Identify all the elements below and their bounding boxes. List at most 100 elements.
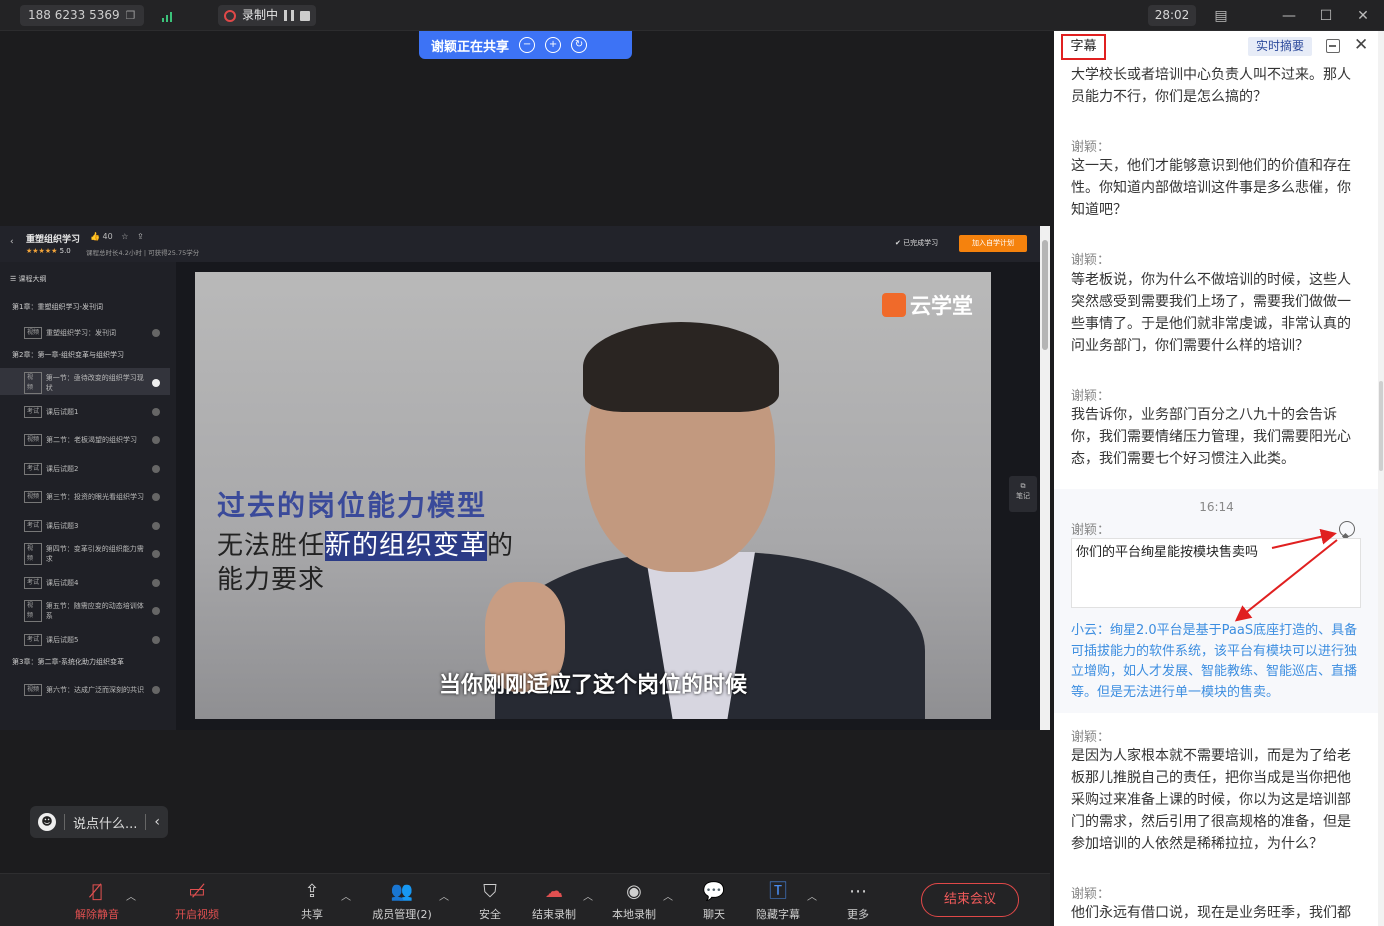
rating-stars: ★★★★★ 5.0: [26, 247, 71, 255]
meeting-number[interactable]: 188 6233 5369 ❐: [20, 5, 144, 26]
outline-item[interactable]: 视频 第四节：变革引发的组织能力需求: [0, 539, 170, 566]
item-type-tag: 视频: [24, 434, 43, 446]
security-button[interactable]: ⛉ 安全: [458, 880, 522, 924]
outline-item[interactable]: 考试 课后试题3: [0, 513, 170, 535]
completed-status: ✔ 已完成学习: [895, 238, 938, 248]
signal-icon: [162, 10, 178, 22]
transcript-speaker: 谢颖：: [1071, 389, 1111, 404]
outline-item[interactable]: 视频 第二节：老板渴望的组织学习: [0, 425, 170, 452]
record-dot-icon: ◉: [626, 881, 642, 902]
panel-scrollbar[interactable]: [1378, 31, 1384, 926]
recording-status: 录制中: [218, 5, 317, 26]
close-icon[interactable]: ✕: [1350, 5, 1376, 26]
transcript-time: 16:14: [1199, 500, 1234, 514]
check-circle-icon: [152, 686, 160, 694]
video-caption-line2: 无法胜任新的组织变革的: [217, 525, 514, 562]
end-meeting-button[interactable]: 结束会议: [921, 883, 1019, 917]
shared-scrollbar[interactable]: [1040, 226, 1050, 730]
outline-item[interactable]: 考试 课后试题4: [0, 570, 170, 592]
local-record-caret-icon[interactable]: ︿: [663, 888, 673, 903]
share-screen-icon: ⇪: [304, 881, 320, 902]
local-record-button[interactable]: ◉ 本地录制: [602, 880, 666, 924]
outline-item[interactable]: 考试 课后试题2: [0, 456, 170, 478]
outline-header-label: 课程大纲: [18, 275, 47, 283]
collapse-chevron-icon[interactable]: ‹: [154, 814, 160, 830]
outline-chapter[interactable]: 第2章：第一章-组织变革与组织学习: [0, 346, 170, 364]
speaker-hair: [583, 322, 779, 412]
unmute-button[interactable]: 🎙̸ 解除静音: [65, 880, 129, 924]
refresh-icon[interactable]: ↻: [571, 37, 588, 53]
tab-subtitles[interactable]: 字幕: [1061, 34, 1106, 60]
record-options-caret-icon[interactable]: ︿: [583, 888, 593, 903]
camera-off-icon: ▭̸: [188, 881, 206, 902]
star-outline-icon[interactable]: ☆: [121, 232, 128, 241]
hide-captions-button[interactable]: 🅃 隐藏字幕: [746, 880, 810, 924]
outline-item-label: 第五节：随需应变的动态培训体系: [45, 602, 144, 620]
end-record-label: 结束录制: [532, 908, 576, 921]
notes-button[interactable]: ⧉ 笔记: [1009, 476, 1037, 512]
chat-button[interactable]: 💬 聊天: [682, 880, 746, 924]
outline-chapter[interactable]: 第3章：第二章-系统化助力组织变革: [0, 653, 170, 671]
notes-icon: ⧉: [1020, 482, 1026, 490]
emoji-icon[interactable]: ☻: [38, 813, 56, 831]
outline-item[interactable]: 考试 课后试题1: [0, 399, 170, 421]
tab-summary[interactable]: 实时摘要: [1248, 37, 1312, 56]
outline-item[interactable]: 考试 课后试题5: [0, 627, 170, 649]
check-circle-icon: [152, 436, 160, 444]
video-subtitle: 当你刚刚适应了这个岗位的时候: [438, 673, 747, 698]
outline-chapter[interactable]: 第1章：重塑组织学习-发刊词: [0, 298, 170, 316]
zoom-in-icon[interactable]: +: [545, 37, 562, 53]
outline-item[interactable]: 视频 重塑组织学习：发刊词: [0, 320, 170, 342]
thumb-up-icon[interactable]: 👍: [90, 232, 100, 241]
audio-options-caret-icon[interactable]: ︿: [126, 888, 136, 903]
outline-item-label: 重塑组织学习：发刊词: [46, 328, 117, 337]
transcript-text: 是因为人家根本就不需要培训，而是为了给老板那儿推脱自己的责任，把你当成是当你把他…: [1071, 748, 1351, 852]
outline-item[interactable]: 视频 第一节：亟待改变的组织学习现状: [0, 368, 170, 395]
share-button[interactable]: ⇪ 共享: [280, 880, 344, 924]
members-button[interactable]: 👥 成员管理(2): [368, 880, 436, 924]
stop-record-icon[interactable]: [300, 10, 311, 21]
scroll-thumb[interactable]: [1042, 240, 1048, 350]
back-icon[interactable]: ‹: [10, 237, 14, 247]
captions-caret-icon[interactable]: ︿: [807, 888, 817, 903]
zoom-out-icon[interactable]: −: [519, 37, 536, 53]
panel-close-icon[interactable]: ✕: [1354, 35, 1368, 55]
outline-item[interactable]: 视频 第五节：随需应变的动态培训体系: [0, 596, 170, 623]
item-type-tag: 视频: [24, 543, 42, 565]
check-circle-icon: [152, 550, 160, 558]
layout-icon[interactable]: ▤: [1208, 5, 1234, 26]
share-icon[interactable]: ⇪: [137, 232, 144, 241]
pause-record-icon[interactable]: [284, 10, 295, 21]
divider: [64, 814, 65, 830]
sharing-banner: 谢颖正在共享 − + ↻: [419, 31, 632, 59]
join-plan-button[interactable]: 加入自学计划: [959, 235, 1027, 252]
mic-muted-icon: 🎙̸: [91, 881, 103, 902]
copy-icon[interactable]: ❐: [126, 5, 136, 26]
video-player[interactable]: 云学堂 过去的岗位能力模型 无法胜任新的组织变革的 能力要求 当你刚刚适应了这个…: [195, 272, 991, 719]
logo-text: 云学堂: [910, 294, 973, 318]
outline-item[interactable]: 视频 第六节：达成广泛而深刻的共识: [0, 675, 170, 702]
members-options-caret-icon[interactable]: ︿: [439, 888, 449, 903]
panel-scroll-thumb[interactable]: [1379, 381, 1383, 471]
members-label: 成员管理(2): [372, 908, 432, 921]
outline-item-label: 课后试题3: [46, 521, 79, 530]
panel-collapse-icon[interactable]: [1326, 39, 1340, 53]
course-likes-count: 40: [102, 232, 113, 241]
check-circle-icon: ✔: [895, 239, 901, 247]
check-circle-icon: [152, 328, 160, 337]
ai-assistant-icon[interactable]: [1339, 521, 1355, 537]
share-options-caret-icon[interactable]: ︿: [341, 888, 351, 903]
outline-header: ☰ 课程大纲: [10, 274, 47, 284]
end-record-button[interactable]: ☁ 结束录制: [522, 880, 586, 924]
record-cloud-icon: [224, 9, 236, 22]
course-likes: 👍 40 ☆ ⇪: [90, 232, 144, 241]
chat-quick-input[interactable]: ☻ 说点什么... ‹: [30, 806, 168, 838]
more-button[interactable]: ⋯ 更多: [826, 880, 890, 924]
minimize-icon[interactable]: —: [1276, 5, 1302, 26]
outline-item[interactable]: 视频 第三节：投资的眼光看组织学习: [0, 482, 170, 509]
check-circle-icon: [152, 464, 160, 473]
start-video-button[interactable]: ▭̸ 开启视频: [165, 880, 229, 924]
maximize-icon[interactable]: ☐: [1313, 5, 1339, 26]
list-icon: ☰: [10, 275, 17, 283]
course-header: ‹ 重塑组织学习 👍 40 ☆ ⇪ ★★★★★ 5.0 课程总时长4.2小时 |…: [0, 226, 1040, 262]
